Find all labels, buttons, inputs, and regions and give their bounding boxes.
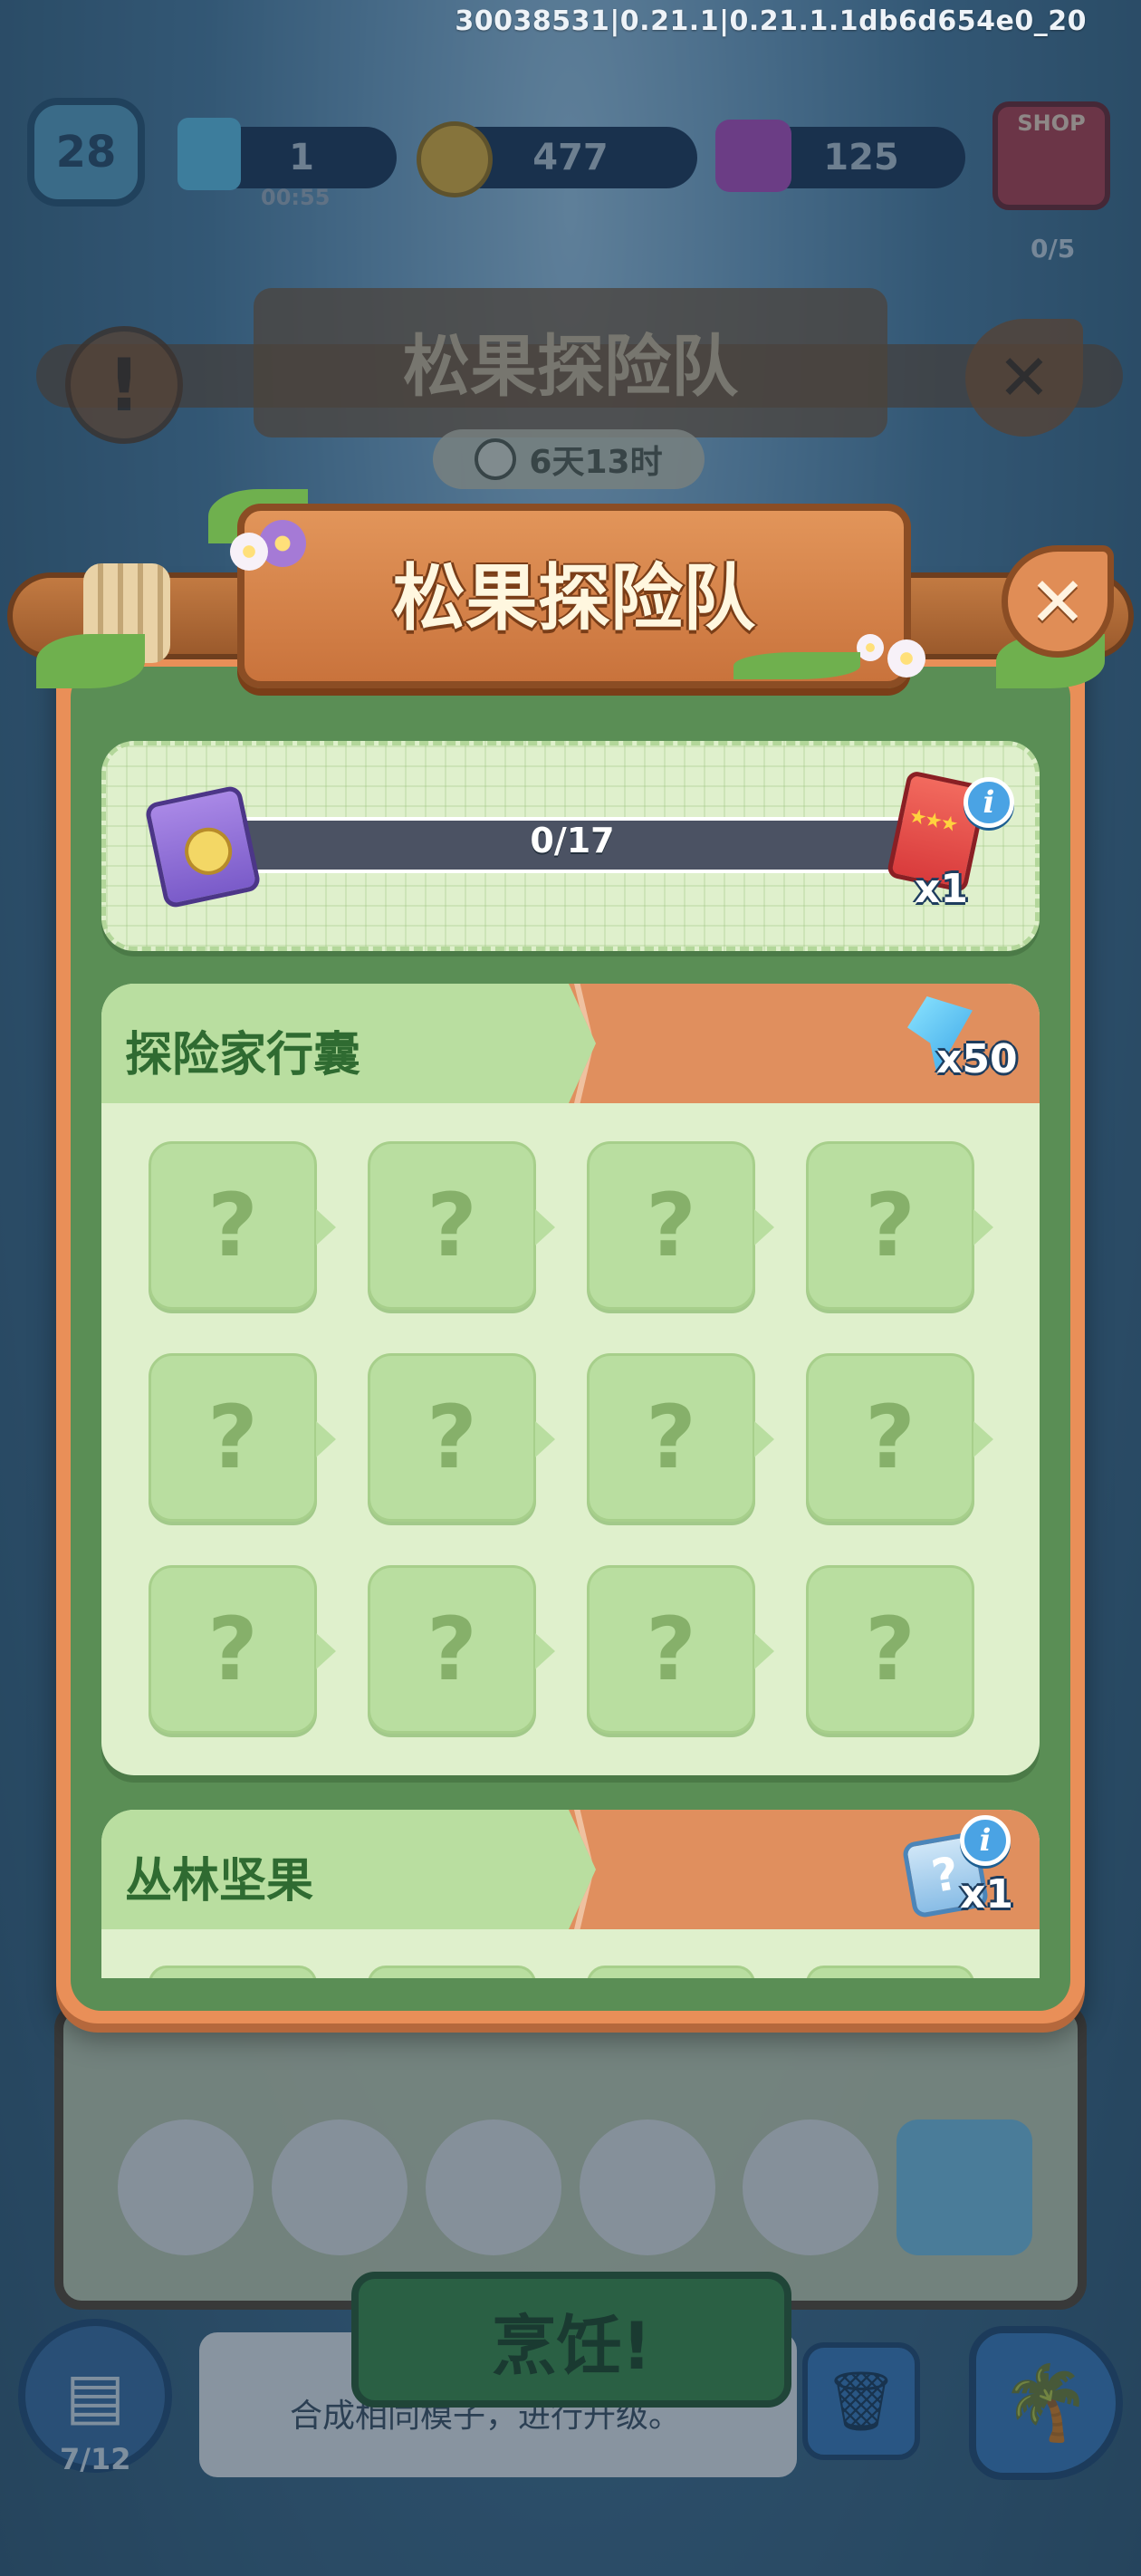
popup-title: 松果探险队 <box>393 556 755 640</box>
collection-slot[interactable]: ? <box>368 1353 555 1522</box>
progress-text: 0/17 <box>530 821 615 860</box>
progress-info-icon[interactable]: i <box>964 777 1014 828</box>
collection-slot[interactable]: ? <box>806 1141 993 1310</box>
collection-slot[interactable]: ? <box>368 1565 555 1734</box>
collection-slot[interactable]: ? <box>368 1141 555 1310</box>
collection-slot[interactable]: ? <box>587 1353 774 1522</box>
collection-slot[interactable]: ? <box>149 1353 336 1522</box>
section-card-explorer-bag: 探险家行囊 x50 ? ? ? ? ? ? ? ? ? ? ? ? <box>101 984 1040 1775</box>
collection-slot[interactable]: ? <box>149 1565 336 1734</box>
collection-slot[interactable] <box>368 1966 536 1978</box>
flower-decoration <box>230 533 268 571</box>
build-version: 30038531|0.21.1|0.21.1.1db6d654e0_20 <box>455 5 1087 37</box>
collection-slot[interactable]: ? <box>806 1353 993 1522</box>
close-button[interactable]: ✕ <box>1002 545 1114 658</box>
collection-slot[interactable]: ? <box>587 1141 774 1310</box>
collection-slot[interactable] <box>149 1966 317 1978</box>
flower-decoration <box>887 639 925 678</box>
section-info-icon[interactable]: i <box>960 1815 1011 1866</box>
collection-slot[interactable] <box>587 1966 755 1978</box>
section-reward-count: x50 <box>936 1036 1018 1082</box>
section-reward-count: x1 <box>960 1871 1013 1918</box>
section-card-jungle-nuts: 丛林坚果 ? i x1 <box>101 1810 1040 1978</box>
vine-decoration <box>734 652 860 679</box>
collection-slot[interactable] <box>806 1966 974 1978</box>
section-title: 探险家行囊 <box>125 1028 361 1082</box>
collection-slot[interactable]: ? <box>149 1141 336 1310</box>
collection-slot[interactable]: ? <box>587 1565 774 1734</box>
flower-decoration <box>857 634 884 661</box>
section-title: 丛林坚果 <box>125 1854 314 1908</box>
progress-reward-count: x1 <box>915 866 968 912</box>
leaf-close-icon: ✕ <box>1029 561 1087 642</box>
collection-slot[interactable]: ? <box>806 1565 974 1734</box>
leaf-decoration <box>36 634 145 688</box>
